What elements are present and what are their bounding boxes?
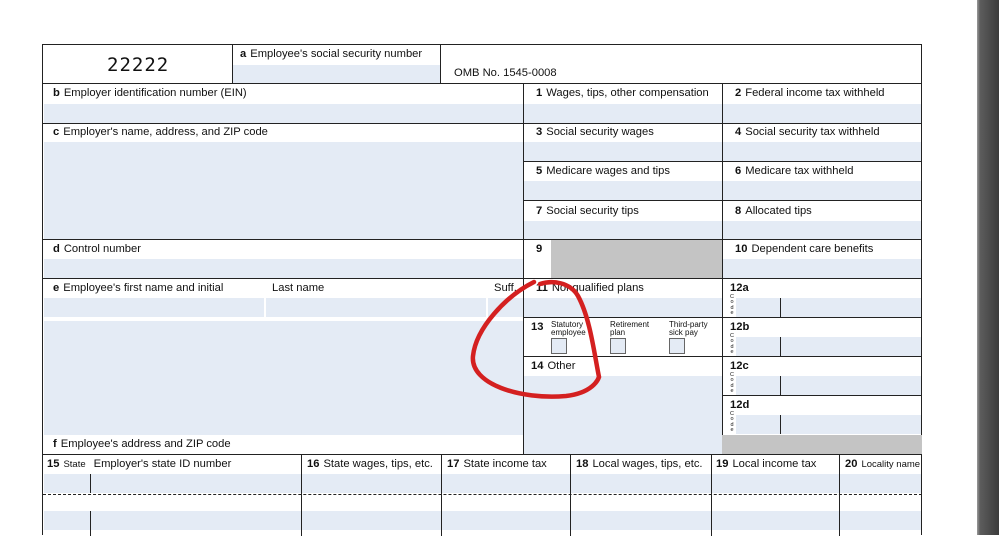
box-12a-code-field[interactable] (736, 298, 780, 317)
box-7-label: 7 Social security tips (536, 205, 639, 217)
wages-field[interactable] (524, 104, 722, 123)
omb-number: OMB No. 1545-0008 (454, 67, 557, 79)
local-tax-field-2[interactable] (712, 511, 839, 530)
employee-address-field[interactable] (44, 321, 523, 435)
box-c-label: c Employer's name, address, and ZIP code (53, 126, 268, 138)
box-1-label: 1 Wages, tips, other compensation (536, 87, 709, 99)
w2-form: 22222 a Employee's social security number… (42, 44, 922, 536)
state-wages-field-1[interactable] (302, 474, 441, 493)
third-party-sick-pay-checkbox[interactable] (669, 338, 685, 354)
nonqualified-field[interactable] (524, 298, 722, 317)
box-3-label: 3 Social security wages (536, 126, 654, 138)
box-19-label: 19 Local income tax (716, 458, 817, 470)
box-2-label: 2 Federal income tax withheld (735, 87, 885, 99)
box-12-shaded (722, 435, 922, 454)
box-12c-code-field[interactable] (736, 376, 780, 395)
box-5-label: 5 Medicare wages and tips (536, 165, 670, 177)
code-label: Code (730, 411, 734, 434)
box-12d-code-field[interactable] (736, 415, 780, 434)
box-12a-amount-field[interactable] (781, 298, 921, 317)
allocated-tips-field[interactable] (723, 221, 921, 239)
state-field-1[interactable] (44, 474, 90, 493)
box-b-label: b Employer identification number (EIN) (53, 87, 247, 99)
box-11-label: 11 Nonqualified plans (536, 282, 644, 294)
box-e-label: e Employee's first name and initial (53, 282, 224, 294)
box-12b-code-field[interactable] (736, 337, 780, 356)
box-17-label: 17 State income tax (447, 458, 547, 470)
code-label: Code (730, 372, 734, 395)
state-wages-field-2[interactable] (302, 511, 441, 530)
ss-wages-field[interactable] (524, 142, 722, 161)
box-13-label: 13 (531, 321, 544, 333)
box-9-label: 9 (536, 243, 543, 255)
last-name-label: Last name (272, 282, 325, 294)
state-id-field-1[interactable] (91, 474, 301, 493)
dashed-separator (43, 494, 922, 495)
control-number-field[interactable] (44, 259, 523, 278)
box-15-label: 15 State Employer's state ID number (47, 458, 232, 470)
statutory-employee-checkbox[interactable] (551, 338, 567, 354)
box-16-label: 16 State wages, tips, etc. (307, 458, 433, 470)
box-8-label: 8 Allocated tips (735, 205, 812, 217)
locality-field-1[interactable] (840, 474, 921, 493)
locality-field-2[interactable] (840, 511, 921, 530)
local-wages-field-1[interactable] (571, 474, 711, 493)
code-label: Code (730, 294, 734, 317)
ein-field[interactable] (44, 104, 523, 123)
medicare-tax-field[interactable] (723, 181, 921, 200)
box-9-shaded (551, 240, 722, 278)
box-20-label: 20 Locality name (845, 458, 921, 470)
box-12c-amount-field[interactable] (781, 376, 921, 395)
statutory-label: Statutory employee (551, 320, 586, 337)
retirement-plan-checkbox[interactable] (610, 338, 626, 354)
box-f-label: f Employee's address and ZIP code (53, 438, 231, 450)
federal-tax-field[interactable] (723, 104, 921, 123)
code-label: Code (730, 333, 734, 356)
other-field[interactable] (524, 376, 722, 454)
state-tax-field-2[interactable] (442, 511, 570, 530)
first-name-field[interactable] (44, 298, 264, 317)
local-wages-field-2[interactable] (571, 511, 711, 530)
suffix-label: Suff. (494, 282, 517, 294)
box-12b-amount-field[interactable] (781, 337, 921, 356)
employer-name-field[interactable] (44, 142, 523, 239)
box-d-label: d Control number (53, 243, 141, 255)
retirement-label: Retirement plan (610, 320, 650, 337)
box-6-label: 6 Medicare tax withheld (735, 165, 854, 177)
medicare-wages-field[interactable] (524, 181, 722, 200)
state-tax-field-1[interactable] (442, 474, 570, 493)
local-tax-field-1[interactable] (712, 474, 839, 493)
ssn-field[interactable] (233, 65, 440, 83)
last-name-field[interactable] (266, 298, 486, 317)
form-code: 22222 (107, 54, 170, 76)
box-a-label: a Employee's social security number (240, 48, 423, 60)
state-id-field-2[interactable] (91, 511, 301, 530)
box-12d-amount-field[interactable] (781, 415, 921, 434)
thirdparty-label: Third-party sick pay (669, 320, 708, 337)
window-edge-bar (977, 0, 999, 535)
dependent-care-field[interactable] (723, 259, 921, 278)
suffix-field[interactable] (488, 298, 523, 317)
box-18-label: 18 Local wages, tips, etc. (576, 458, 703, 470)
state-field-2[interactable] (44, 511, 90, 530)
box-4-label: 4 Social security tax withheld (735, 126, 880, 138)
ss-tax-field[interactable] (723, 142, 921, 161)
box-14-label: 14 Other (531, 360, 576, 372)
ss-tips-field[interactable] (524, 221, 722, 239)
box-10-label: 10 Dependent care benefits (735, 243, 874, 255)
